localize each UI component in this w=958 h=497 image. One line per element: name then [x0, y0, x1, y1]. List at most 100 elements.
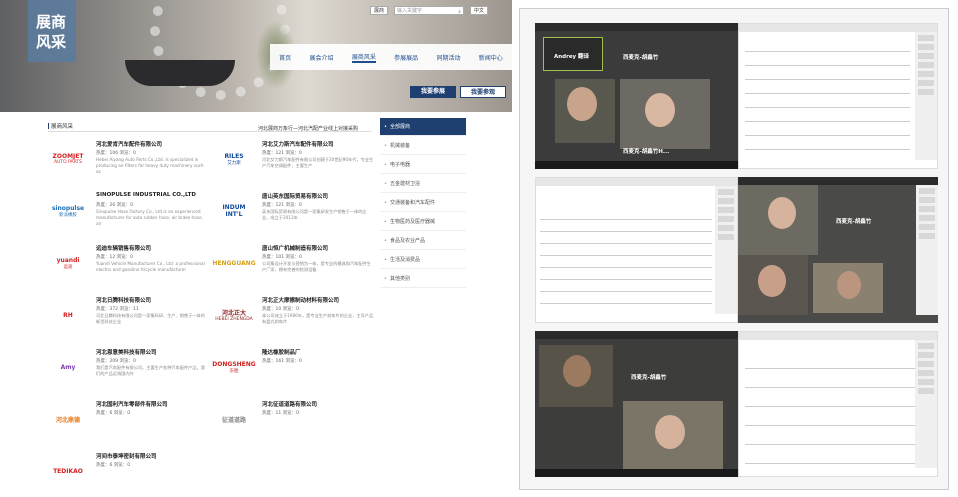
exhibitor-name[interactable]: 河北艾力斯汽车配件有限公司: [262, 140, 334, 148]
logo-text: INDUM INT'L: [222, 204, 246, 218]
exhibitor-logo[interactable]: TEDIKAO: [48, 451, 88, 491]
exhibitor-name[interactable]: 唐山英东国际贸易有限公司: [262, 192, 328, 200]
category-item[interactable]: 食品及农业产品: [380, 232, 466, 250]
category-item[interactable]: 五金建材卫浴: [380, 175, 466, 193]
exhibitor-card[interactable]: 河北鼎德 河北国利汽车零部件有限公司 热度：6 浏览：0: [48, 395, 208, 447]
video-meeting-collage: Andrey 翻译 西麦克-胡鑫竹 西麦克-胡鑫竹H... 西麦克-胡鑫竹 西麦…: [519, 8, 949, 490]
exhibitor-logo[interactable]: RH: [48, 295, 88, 335]
exhibitor-name[interactable]: 河北国利汽车零部件有限公司: [96, 400, 168, 408]
exhibitor-stats: 热度：121 浏览：0: [262, 151, 302, 156]
category-item[interactable]: 交通装备和汽车配件: [380, 194, 466, 212]
category-item[interactable]: 机械装备: [380, 137, 466, 155]
exhibitor-name[interactable]: 河北恩意美科技有限公司: [96, 348, 157, 356]
decorative-sink: [125, 60, 235, 86]
exhibitor-name[interactable]: 河北征道道路有限公司: [262, 400, 317, 408]
exhibitor-logo[interactable]: 河北正大 HEBEI ZHENGDA: [214, 295, 254, 335]
banner-title-line1: 展商: [36, 13, 67, 31]
logo-text: DONGSHENG: [212, 360, 256, 368]
exhibitor-logo[interactable]: yuandi 远迪: [48, 243, 88, 283]
nav-home[interactable]: 首页: [279, 53, 291, 62]
logo-text: sinopulse: [51, 204, 85, 212]
exhibitor-card[interactable]: Amy 河北恩意美科技有限公司 热度：209 浏览：0 我们是汽车配件有限公司，主要生…: [48, 343, 208, 395]
logo-subtext: 东胜: [229, 368, 239, 374]
meeting-screenshot-3: [535, 177, 738, 323]
exhibitor-logo[interactable]: Amy: [48, 347, 88, 387]
visit-button[interactable]: 我要参观: [460, 86, 506, 98]
exhibitor-card[interactable]: RH 河北日腾科技有限公司 热度：372 浏览：11 河北日腾科技有限公司是一家集科研…: [48, 291, 208, 343]
exhibitor-card[interactable]: 征道道路 河北征道道路有限公司 热度：11 浏览：0: [214, 395, 374, 447]
exhibitor-logo[interactable]: 征道道路: [214, 399, 254, 439]
nav-products[interactable]: 参展展品: [394, 53, 418, 62]
exhibitor-logo[interactable]: INDUM INT'L: [214, 191, 254, 231]
language-select[interactable]: 中文: [470, 5, 489, 15]
participant-name: 西麦克-胡鑫竹: [623, 55, 659, 61]
category-menu: 全部展商机械装备电子电器五金建材卫浴交通装备和汽车配件生物医药及医疗器械食品及农…: [380, 118, 466, 289]
category-item[interactable]: 电子电器: [380, 156, 466, 174]
logo-text: RILES: [224, 152, 244, 160]
participant-face: [567, 87, 597, 121]
exhibitor-card[interactable]: DONGSHENG 东胜 隆达橡胶制品厂 热度：161 浏览：0: [212, 343, 374, 395]
exhibitor-description: Hebei Aiyang Auto Parts Co.,Ltd. is spec…: [96, 157, 204, 174]
exhibitor-name[interactable]: 河北正大摩擦制动材料有限公司: [262, 296, 339, 304]
exhibitor-card[interactable]: TEDIKAO 河间市泰坤密封有限公司 热度：6 浏览：0: [48, 447, 208, 497]
nav-exhibitors[interactable]: 展商风采: [351, 52, 376, 63]
exhibitor-name[interactable]: SINOPULSE INDUSTRIAL CO.,LTD: [96, 192, 196, 198]
participant-face: [645, 93, 675, 127]
exhibitor-name[interactable]: 河北爱肯汽车配件有限公司: [96, 140, 162, 148]
logo-subtext: 新派橡胶: [58, 212, 77, 218]
search-input[interactable]: 输入关键字 ⌕: [394, 5, 465, 16]
search-scope-select[interactable]: 展商: [370, 5, 389, 15]
participant-sidebar: [916, 185, 938, 315]
exhibitor-card[interactable]: ZOOMJET AUTO PARTS 河北爱肯汽车配件有限公司 热度：106 浏览：0…: [48, 135, 208, 187]
exhibitor-stats: 热度：161 浏览：0: [262, 359, 302, 364]
main-nav: 首页 展会介绍 展商风采 参展展品 同期活动 新闻中心: [270, 44, 512, 70]
participant-face: [837, 271, 861, 299]
exhibitor-website: 展商 风采 展商 输入关键字 ⌕ 中文 首页 展会介绍 展商风采 参展展品 同期活…: [0, 0, 512, 497]
participant-video: [555, 79, 615, 143]
category-item[interactable]: 生活及消费品: [380, 251, 466, 269]
nav-events[interactable]: 同期活动: [436, 53, 460, 62]
right-rail: [470, 118, 512, 497]
exhibitor-logo[interactable]: sinopulse 新派橡胶: [48, 191, 88, 231]
exhibitor-name[interactable]: 河间市泰坤密封有限公司: [96, 452, 157, 460]
exhibitor-list: ZOOMJET AUTO PARTS 河北爱肯汽车配件有限公司 热度：106 浏览：0…: [48, 135, 374, 497]
participant-video: [620, 79, 710, 149]
logo-subtext: 艾力斯: [227, 160, 241, 166]
category-item[interactable]: 其他类别: [380, 270, 466, 288]
exhibit-button[interactable]: 我要参展: [410, 86, 456, 98]
nav-news[interactable]: 新闻中心: [479, 53, 503, 62]
search-icon[interactable]: ⌕: [458, 8, 461, 16]
meeting-screenshot-2: [738, 23, 938, 169]
exhibitor-card[interactable]: HENGGUANG 唐山恒广机械制造有限公司 热度：101 浏览：0 公司集设计开发与…: [212, 239, 374, 291]
exhibitor-logo[interactable]: DONGSHENG 东胜: [212, 347, 256, 387]
logo-text: yuandi: [56, 256, 80, 264]
logo-subtext: HEBEI ZHENGDA: [215, 317, 253, 322]
exhibitor-card[interactable]: INDUM INT'L 唐山英东国际贸易有限公司 热度：121 浏览：0 英东国际贸易…: [214, 187, 374, 239]
exhibitor-card[interactable]: yuandi 远迪 远迪车辆销售有限公司 热度：12 浏览：0 Yuandi Vehic…: [48, 239, 208, 291]
participant-video: [623, 401, 723, 471]
cta-buttons: 我要参展 我要参观: [410, 86, 506, 98]
nav-about[interactable]: 展会介绍: [309, 53, 333, 62]
exhibitor-description: 英东国际贸易有限公司是一家集研发生产销售于一体的企业，成立于2013年: [262, 209, 367, 220]
exhibitor-logo[interactable]: 河北鼎德: [48, 399, 88, 439]
exhibitor-logo[interactable]: ZOOMJET AUTO PARTS: [48, 139, 88, 179]
meeting-controls: [535, 469, 738, 477]
exhibitor-name[interactable]: 河北日腾科技有限公司: [96, 296, 151, 304]
exhibitor-stats: 热度：209 浏览：0: [96, 359, 136, 364]
exhibitor-name[interactable]: 隆达橡胶制品厂: [262, 348, 301, 356]
category-item[interactable]: 全部展商: [380, 118, 466, 136]
exhibitor-card[interactable]: RILES 艾力斯 河北艾力斯汽车配件有限公司 热度：121 浏览：0 河北艾力斯汽车配…: [214, 135, 374, 187]
participant-sidebar: [715, 186, 737, 314]
exhibitor-name[interactable]: 唐山恒广机械制造有限公司: [262, 244, 328, 252]
exhibitor-logo[interactable]: RILES 艾力斯: [214, 139, 254, 179]
shared-product-sheet: [745, 350, 915, 468]
exhibitor-row: 河北鼎德 河北国利汽车零部件有限公司 热度：6 浏览：0 征道道路 河北征道道路有限公司…: [48, 395, 374, 447]
exhibitor-name[interactable]: 远迪车辆销售有限公司: [96, 244, 151, 252]
category-item[interactable]: 生物医药及医疗器械: [380, 213, 466, 231]
exhibitor-logo[interactable]: HENGGUANG: [212, 243, 255, 283]
exhibitor-card[interactable]: 河北正大 HEBEI ZHENGDA 河北正大摩擦制动材料有限公司 热度：10 浏览：…: [214, 291, 374, 343]
exhibitor-card[interactable]: sinopulse 新派橡胶 SINOPULSE INDUSTRIAL CO.,LT…: [48, 187, 208, 239]
exhibitor-description: Sinopulse Hose Factory Co., Ltd is an ex…: [96, 209, 203, 226]
section-tag[interactable]: 河北展商万象行—河北汽配产业线上对接采购: [258, 125, 358, 132]
exhibitor-stats: 热度：372 浏览：11: [96, 307, 139, 312]
